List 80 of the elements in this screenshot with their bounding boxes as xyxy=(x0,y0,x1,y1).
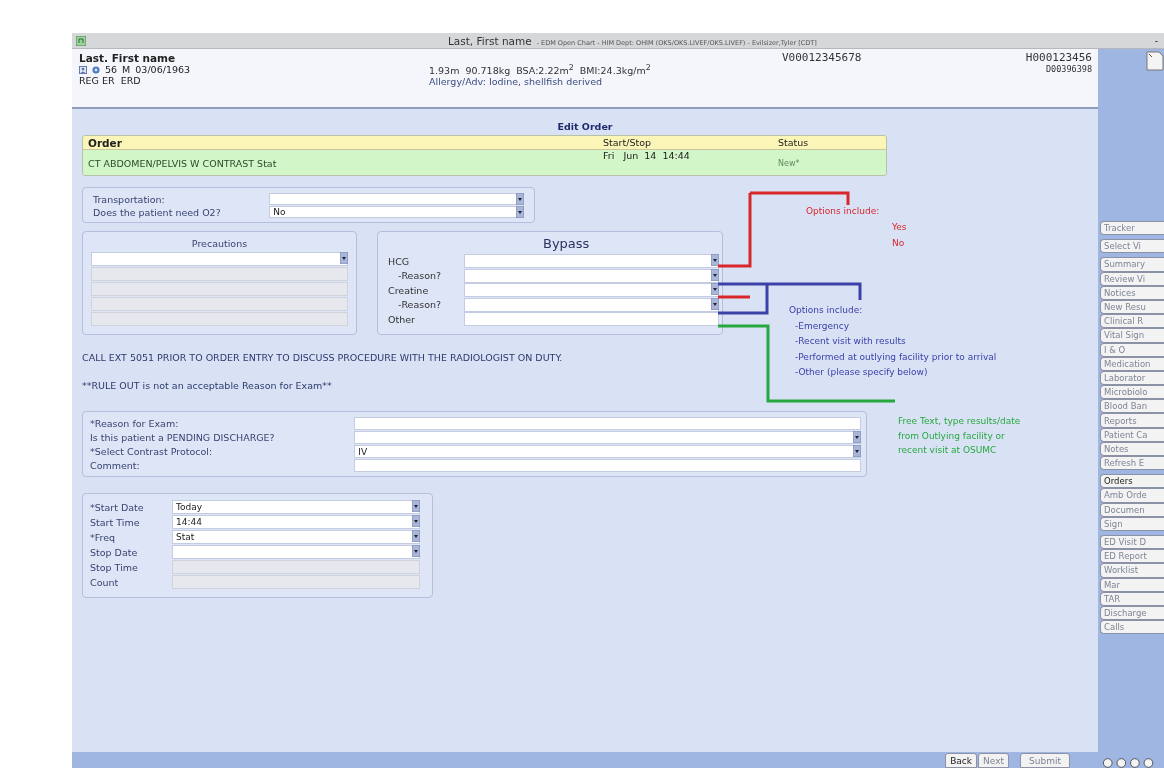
app-icon xyxy=(76,35,86,46)
window-title: Last, First name xyxy=(447,34,532,47)
field-label: Stop Time xyxy=(90,561,139,573)
caret-icon xyxy=(412,545,420,557)
caret-icon xyxy=(412,530,420,542)
panel-title: Precautions xyxy=(191,238,248,249)
panel-title: Bypass xyxy=(543,236,590,251)
field-label: -Reason? xyxy=(397,299,443,311)
text-field[interactable] xyxy=(354,459,861,472)
circle-icon xyxy=(92,65,100,74)
footer-button[interactable]: Back xyxy=(945,753,978,768)
field-label: Stop Date xyxy=(90,546,139,558)
column-header: Order xyxy=(87,136,123,149)
field-label: Does the patient need O2? xyxy=(93,206,222,218)
dropdown-field[interactable] xyxy=(464,254,719,269)
patient-name: Last. First name xyxy=(79,52,177,64)
sidebar-button[interactable]: Orders xyxy=(1100,474,1164,489)
minimize-button[interactable]: - xyxy=(1148,35,1164,46)
annotation-text: -Performed at outlying facility prior to arrival xyxy=(795,351,997,362)
column-header: Start/Stop xyxy=(603,137,652,148)
caret-icon xyxy=(853,445,861,457)
dropdown-field[interactable]: Stat xyxy=(172,530,420,544)
document-icon[interactable] xyxy=(1146,51,1164,71)
field-label: *Reason for Exam: xyxy=(90,418,180,429)
field-label: Comment: xyxy=(90,460,141,471)
dropdown-field[interactable] xyxy=(464,268,719,283)
annotation-text: Options include: xyxy=(806,206,880,216)
annotation-text: -Emergency xyxy=(795,320,849,331)
account-number: D00396398 xyxy=(1045,64,1092,74)
annotation-text: -Recent visit with results xyxy=(795,336,906,346)
allergy-text: Allergy/Adv: Iodine, shellfish derived xyxy=(429,76,604,88)
dropdown-field[interactable] xyxy=(464,283,719,298)
field-label: Other xyxy=(388,313,416,325)
patient-age: 56 xyxy=(105,64,118,75)
patient-dob: 03/06/1963 xyxy=(135,64,191,75)
order-start: Fri Jun 14 14:44 xyxy=(603,150,691,161)
field-label: -Reason? xyxy=(397,270,443,282)
annotation-text: from Outlying facility or xyxy=(898,430,1005,441)
dropdown-field[interactable] xyxy=(354,431,861,444)
patient-location: REG ER ERD xyxy=(79,75,142,86)
patient-sex: M xyxy=(122,64,131,75)
notice-text: **RULE OUT is not an acceptable Reason for Exam** xyxy=(82,380,332,391)
text-field[interactable] xyxy=(464,312,719,327)
annotation-text: Free Text, type results/date xyxy=(898,416,1021,426)
field-label: Transportation: xyxy=(93,193,166,205)
dropdown-field[interactable] xyxy=(172,545,420,559)
dropdown-field[interactable] xyxy=(269,193,524,205)
dropdown-field[interactable]: IV xyxy=(354,445,861,458)
field-label: *Select Contrast Protocol: xyxy=(90,446,214,457)
dropdown-field[interactable]: 14:44 xyxy=(172,515,420,529)
dropdown-field[interactable]: No xyxy=(269,206,524,218)
field-label: Is this patient a PENDING DISCHARGE? xyxy=(90,432,276,443)
annotation-text: Yes xyxy=(892,222,907,232)
field-label: *Start Date xyxy=(90,501,145,513)
field-label: Creatine xyxy=(388,284,430,296)
notice-text: CALL EXT 5051 PRIOR TO ORDER ENTRY TO DISCUSS PROCEDURE WITH THE RADIOLOGIST ON DUTY. xyxy=(82,352,563,363)
column-header: Status xyxy=(778,137,810,148)
caret-icon xyxy=(412,515,420,527)
dropdown-field[interactable] xyxy=(464,297,719,312)
dropdown-field[interactable]: Today xyxy=(172,500,420,514)
field-label: Start Time xyxy=(90,516,141,528)
order-name: CT ABDOMEN/PELVIS W CONTRAST Stat xyxy=(87,157,278,169)
order-status: New* xyxy=(778,158,801,168)
field-label: HCG xyxy=(388,255,411,267)
annotation-text: Options include: xyxy=(789,305,863,315)
annotation-text: No xyxy=(892,238,905,248)
dropdown-field[interactable] xyxy=(91,252,348,266)
patient-measurements: 1.93m 90.718kg BSA:2.22m$^{2}$ BMI:24.3kg/m$^{2}$ xyxy=(429,63,652,77)
text-field[interactable] xyxy=(354,417,861,430)
annotation-text: -Other (please specify below) xyxy=(795,367,928,377)
caret-icon xyxy=(340,252,348,264)
annotation-text: recent visit at OSUMC xyxy=(898,445,997,455)
caret-icon xyxy=(412,500,420,512)
caret-icon xyxy=(853,431,861,443)
record-number: H000123456 xyxy=(1025,51,1092,64)
id-badge-icon xyxy=(79,65,87,74)
visit-number: V00012345678 xyxy=(782,51,862,64)
page-title: Edit Order xyxy=(556,120,614,134)
field-label: *Freq xyxy=(90,531,117,543)
field-label: Count xyxy=(90,576,120,588)
